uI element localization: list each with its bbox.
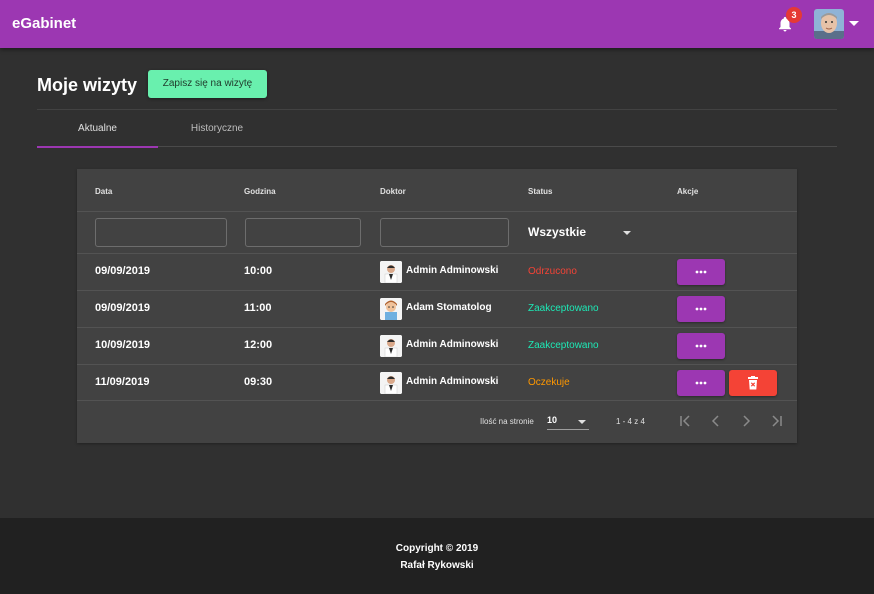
app-title[interactable]: eGabinet bbox=[12, 15, 76, 32]
date-filter-input[interactable] bbox=[95, 218, 227, 247]
more-actions-button[interactable] bbox=[677, 333, 725, 359]
more-actions-button[interactable] bbox=[677, 370, 725, 396]
status-label: Oczekuje bbox=[528, 377, 570, 388]
column-header-date[interactable]: Data bbox=[95, 187, 112, 196]
column-header-status[interactable]: Status bbox=[528, 187, 552, 196]
previous-page-icon[interactable] bbox=[708, 413, 724, 429]
avatar[interactable] bbox=[814, 9, 844, 39]
appointments-table: Data Godzina Doktor Status Akcje Wszystk… bbox=[77, 169, 797, 443]
footer: Copyright © 2019 Rafał Rykowski bbox=[0, 518, 874, 594]
row-divider bbox=[77, 211, 797, 212]
column-header-actions: Akcje bbox=[677, 187, 699, 196]
caret-down-icon[interactable] bbox=[849, 21, 859, 26]
row-divider bbox=[77, 290, 797, 291]
footer-author: Rafał Rykowski bbox=[400, 560, 474, 571]
status-filter-value: Wszystkie bbox=[528, 225, 587, 239]
column-header-time[interactable]: Godzina bbox=[244, 187, 276, 196]
row-divider bbox=[77, 364, 797, 365]
status-label: Zaakceptowano bbox=[528, 340, 599, 351]
time-filter-input[interactable] bbox=[245, 218, 361, 247]
tab-current[interactable]: Aktualne bbox=[37, 110, 158, 148]
cell-time: 12:00 bbox=[244, 339, 273, 351]
more-horizontal-icon bbox=[695, 344, 707, 348]
cell-time: 11:00 bbox=[244, 302, 272, 314]
row-divider bbox=[77, 327, 797, 328]
cell-date: 09/09/2019 bbox=[95, 265, 151, 277]
caret-down-icon bbox=[623, 231, 631, 235]
footer-copyright: Copyright © 2019 bbox=[395, 543, 479, 554]
row-divider bbox=[77, 253, 797, 254]
tab-bar: Aktualne Historyczne bbox=[37, 110, 837, 148]
items-per-page-select[interactable]: 10 bbox=[547, 414, 589, 430]
cell-doctor: Adam Stomatolog bbox=[406, 302, 492, 313]
cell-doctor: Admin Adminowski bbox=[406, 265, 499, 276]
page-title: Moje wizyty bbox=[37, 75, 138, 95]
cell-time: 10:00 bbox=[244, 265, 273, 277]
caret-down-icon bbox=[578, 420, 586, 424]
doctor-photo bbox=[380, 261, 402, 283]
last-page-icon[interactable] bbox=[768, 413, 784, 429]
more-horizontal-icon bbox=[695, 307, 707, 311]
column-header-doctor[interactable]: Doktor bbox=[380, 187, 406, 196]
status-label: Zaakceptowano bbox=[528, 303, 599, 314]
cell-date: 09/09/2019 bbox=[95, 302, 151, 314]
page-range-label: 1 - 4 z 4 bbox=[616, 417, 645, 426]
cell-date: 11/09/2019 bbox=[95, 376, 150, 388]
more-actions-button[interactable] bbox=[677, 259, 725, 285]
cell-doctor: Admin Adminowski bbox=[406, 376, 499, 387]
top-bar: eGabinet 3 bbox=[0, 0, 874, 48]
doctor-photo bbox=[380, 298, 402, 320]
notification-badge: 3 bbox=[786, 7, 802, 23]
status-label: Odrzucono bbox=[528, 266, 577, 277]
doctor-filter-input[interactable] bbox=[380, 218, 509, 247]
trash-icon bbox=[748, 376, 758, 390]
items-per-page-label: Ilość na stronie bbox=[480, 417, 534, 426]
more-horizontal-icon bbox=[695, 381, 707, 385]
more-horizontal-icon bbox=[695, 270, 707, 274]
next-page-icon[interactable] bbox=[738, 413, 754, 429]
cell-doctor: Admin Adminowski bbox=[406, 339, 499, 350]
book-appointment-button[interactable]: Zapisz się na wizytę bbox=[148, 70, 267, 98]
delete-appointment-button[interactable] bbox=[729, 370, 777, 396]
more-actions-button[interactable] bbox=[677, 296, 725, 322]
cell-time: 09:30 bbox=[244, 376, 273, 388]
status-filter-select[interactable]: Wszystkie bbox=[528, 225, 634, 243]
first-page-icon[interactable] bbox=[678, 413, 694, 429]
doctor-photo bbox=[380, 372, 402, 394]
tab-history[interactable]: Historyczne bbox=[158, 110, 276, 147]
cell-date: 10/09/2019 bbox=[95, 339, 151, 351]
row-divider bbox=[77, 400, 797, 401]
items-per-page-value: 10 bbox=[547, 415, 558, 425]
doctor-photo bbox=[380, 335, 402, 357]
